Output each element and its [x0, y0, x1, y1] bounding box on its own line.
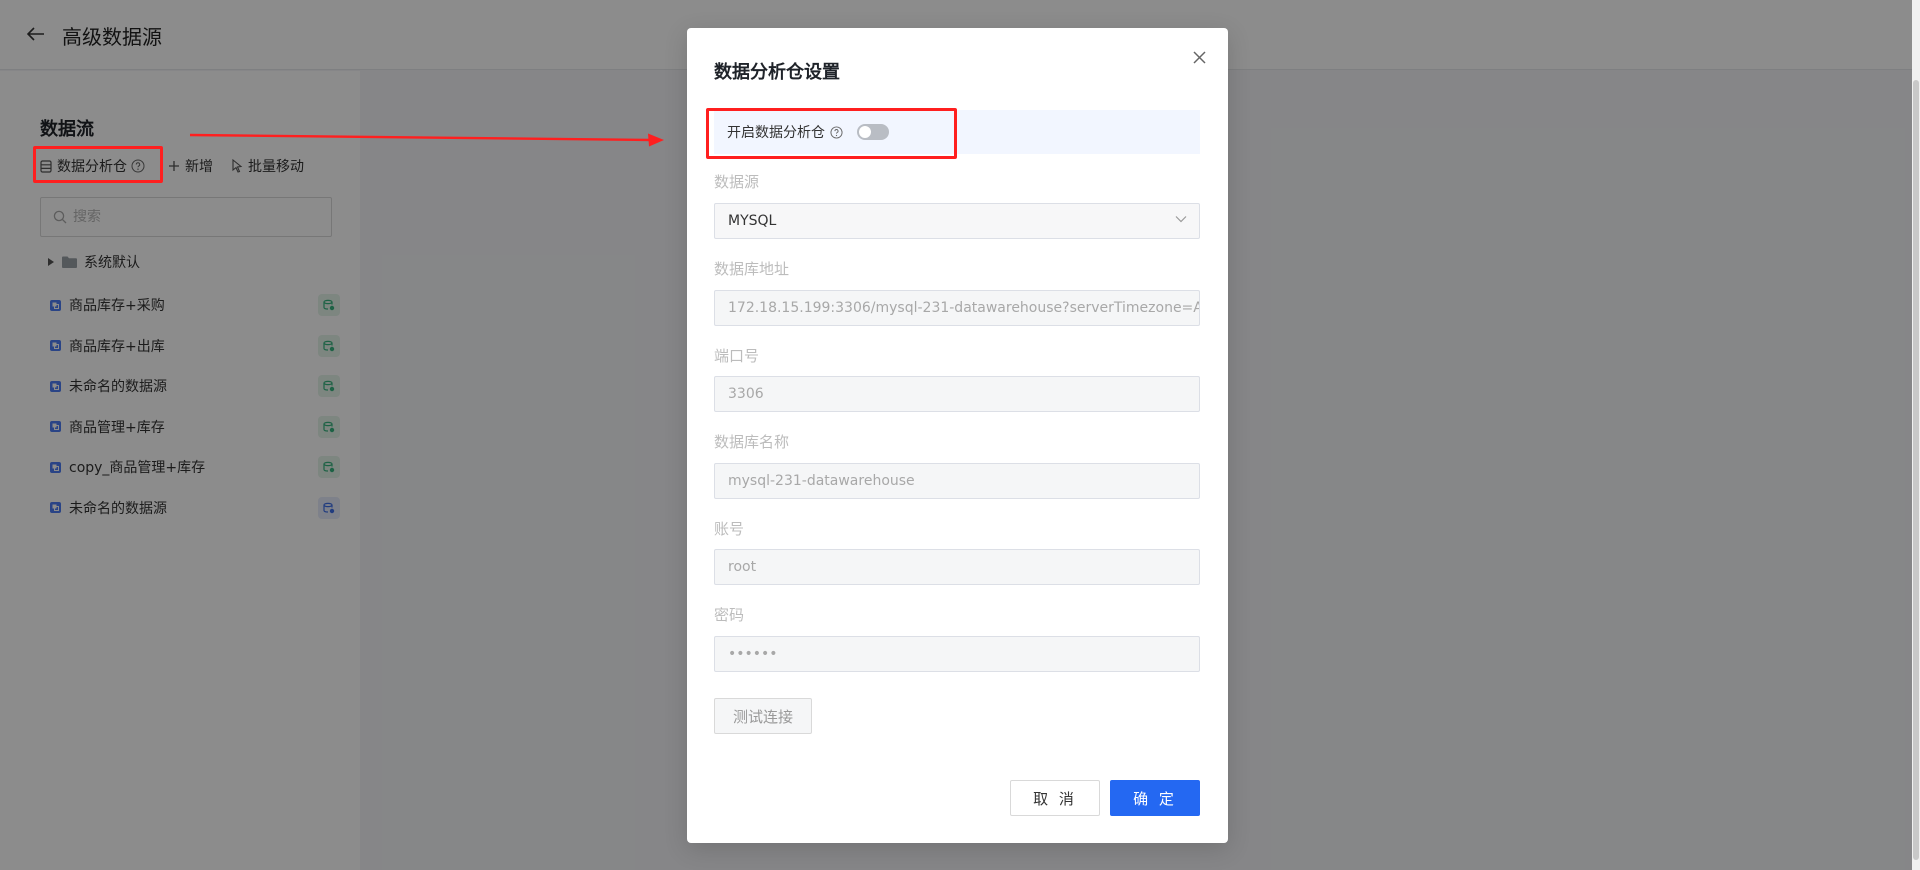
datasource-label: 数据源 — [714, 173, 760, 191]
password-label: 密码 — [714, 606, 745, 624]
close-icon — [1192, 50, 1206, 64]
datasource-select[interactable]: MYSQL — [714, 203, 1200, 239]
enable-warehouse-label: 开启数据分析仓 — [727, 125, 825, 141]
page-scrollbar[interactable] — [1912, 0, 1920, 870]
port-field[interactable]: 3306 — [714, 376, 1200, 412]
close-button[interactable] — [1188, 46, 1210, 68]
page: 高级数据源 数据流 数据分析仓 新增 批量移动 搜索 系统默认 商品库存+采购 … — [0, 0, 1920, 870]
db-address-field[interactable]: 172.18.15.199:3306/mysql-231-datawarehou… — [714, 290, 1200, 326]
db-address-label: 数据库地址 — [714, 260, 790, 278]
db-name-label: 数据库名称 — [714, 433, 790, 451]
help-icon[interactable] — [830, 125, 843, 139]
account-label: 账号 — [714, 520, 745, 538]
datasource-value: MYSQL — [728, 213, 777, 229]
port-label: 端口号 — [714, 347, 760, 365]
warehouse-settings-dialog: 数据分析仓设置 开启数据分析仓 数据源 MYSQL 数据库地址 172.18.1… — [687, 28, 1228, 843]
dialog-title: 数据分析仓设置 — [714, 62, 840, 83]
test-connection-button[interactable]: 测试连接 — [714, 698, 812, 734]
enable-warehouse-toggle[interactable] — [857, 124, 889, 140]
confirm-button[interactable]: 确 定 — [1110, 780, 1200, 816]
cancel-button[interactable]: 取 消 — [1010, 780, 1100, 816]
scrollbar-thumb[interactable] — [1913, 80, 1919, 860]
account-field[interactable]: root — [714, 549, 1200, 585]
db-name-field[interactable]: mysql-231-datawarehouse — [714, 463, 1200, 499]
password-field[interactable]: •••••• — [714, 636, 1200, 672]
chevron-down-icon — [1175, 216, 1187, 223]
enable-warehouse-row: 开启数据分析仓 — [714, 110, 1200, 154]
